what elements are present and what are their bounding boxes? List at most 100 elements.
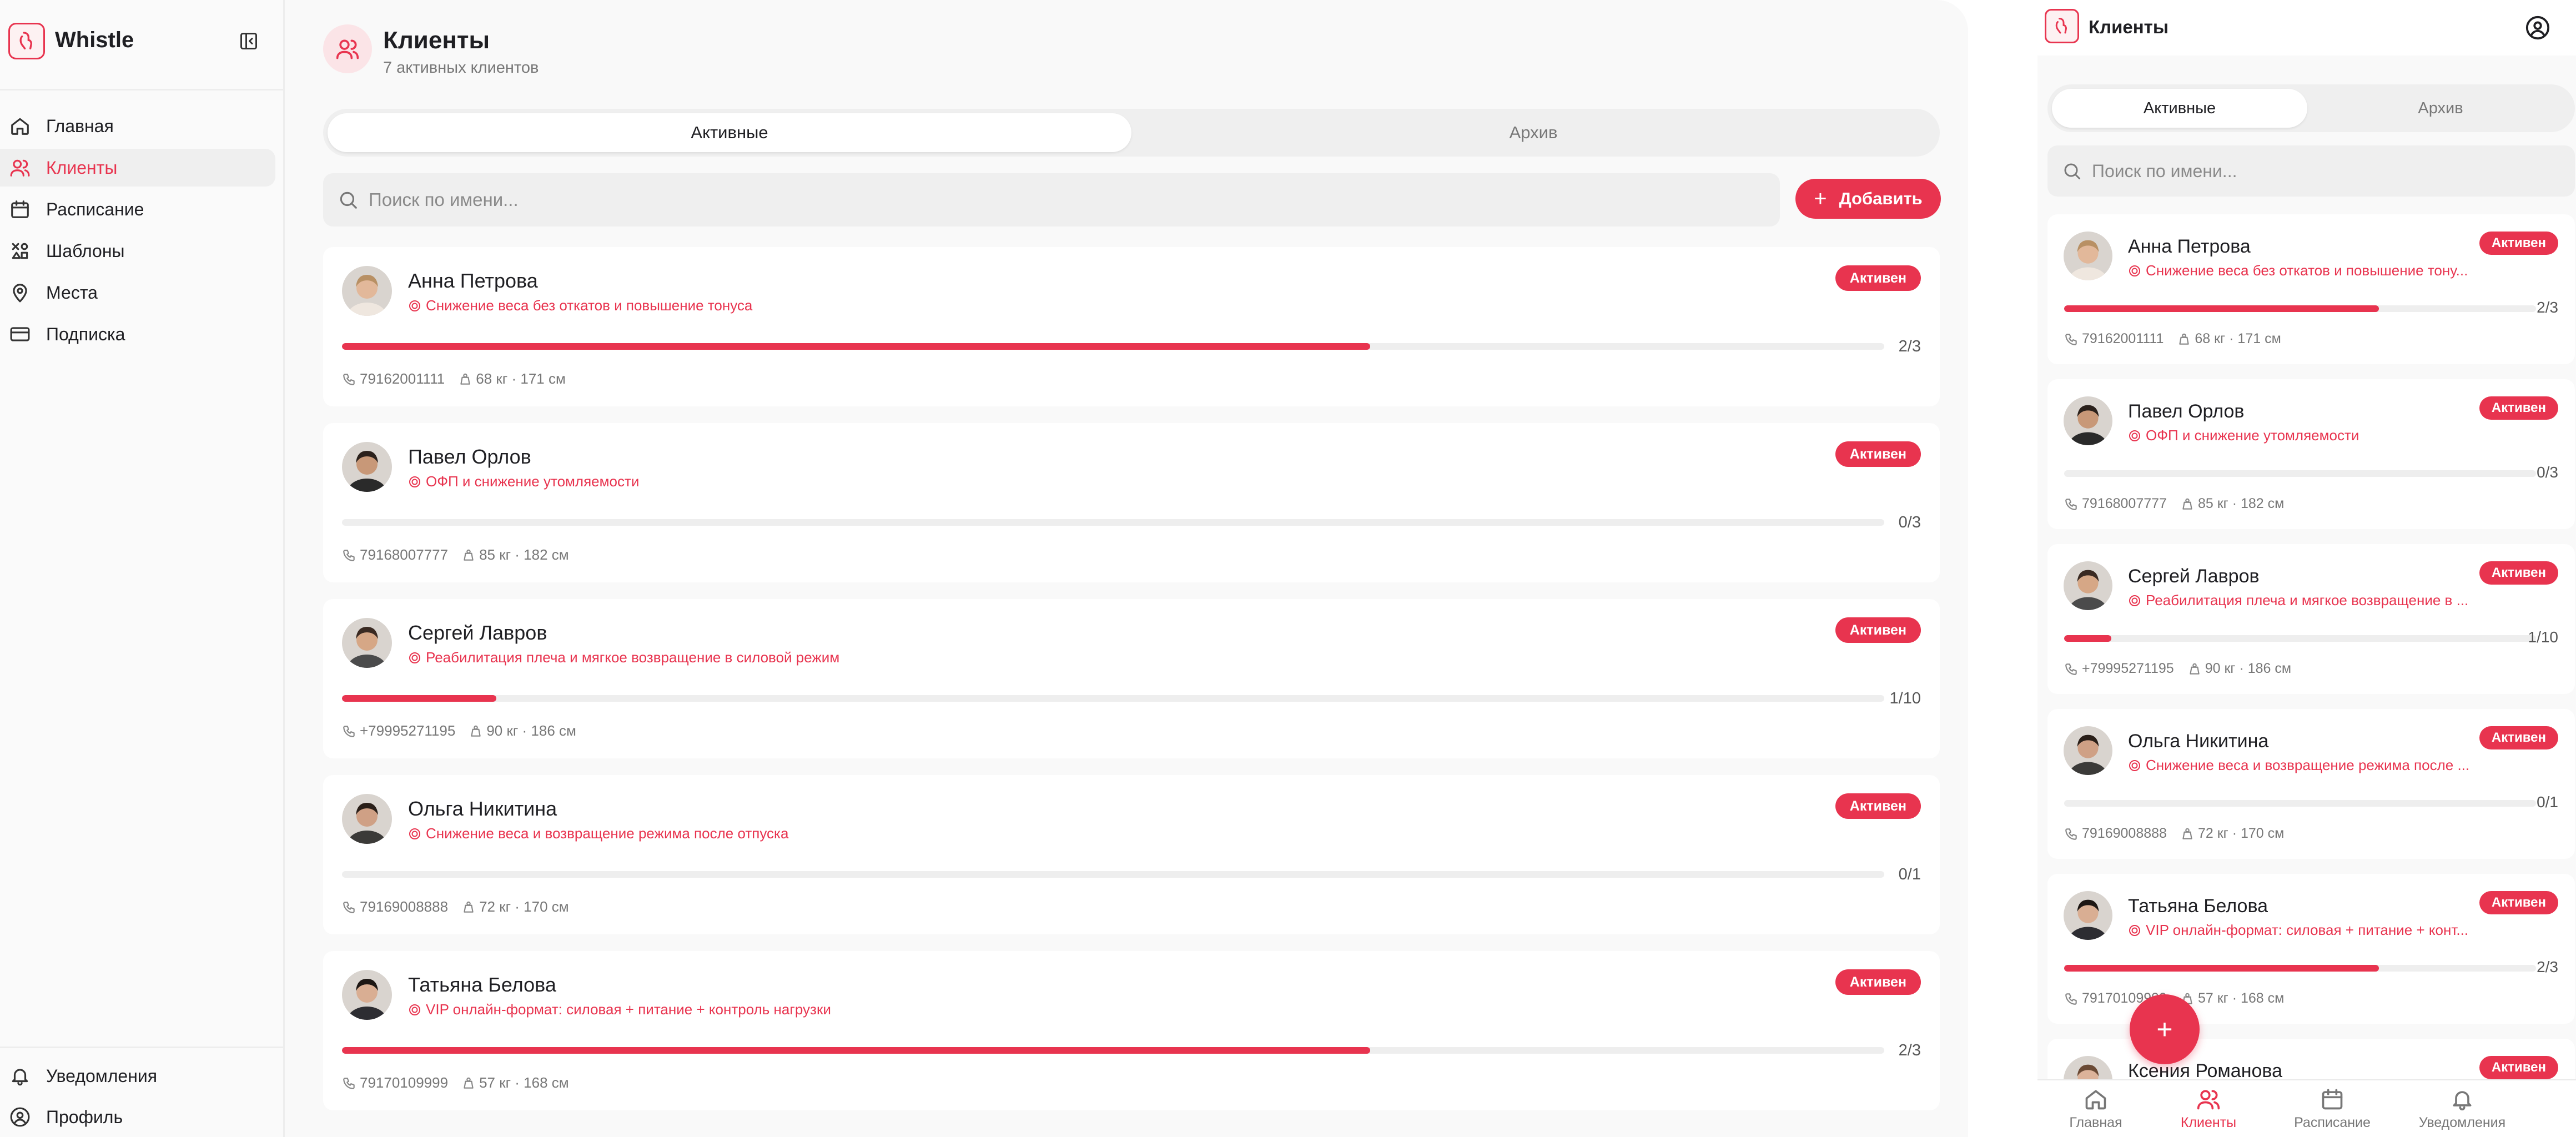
client-goal-text: Реабилитация плеча и мягкое возвращение … (2146, 592, 2469, 608)
client-phone: 79168007777 (360, 546, 449, 563)
page-title: Клиенты (383, 27, 490, 54)
sidebar-item-places[interactable]: Места (0, 274, 275, 311)
bell-icon (9, 1065, 31, 1087)
status-badge: Активен (2479, 891, 2558, 914)
client-card[interactable]: Анна Петрова Активен Снижение веса без отк… (2047, 214, 2575, 364)
client-name: Сергей Лавров (408, 621, 547, 644)
weight-icon (464, 1077, 474, 1089)
status-badge: Активен (2479, 561, 2558, 585)
client-phone: 79162001111 (2082, 331, 2164, 346)
avatar (342, 618, 392, 668)
bottom-nav-schedule[interactable]: Расписание (2280, 1087, 2385, 1131)
client-card[interactable]: Сергей Лавров Активен Реабилитация плеча и… (323, 599, 1940, 758)
client-goal-text: Снижение веса и возвращение режима после… (2146, 757, 2470, 773)
weight-icon (2182, 828, 2192, 839)
client-meta: +79995271195 90 кг · 186 см (2064, 661, 2291, 677)
bottom-nav-clients[interactable]: Клиенты (2156, 1087, 2261, 1131)
add-client-button[interactable]: + Добавить (1795, 179, 1941, 219)
client-name: Ольга Никитина (2128, 731, 2269, 752)
client-card[interactable]: Сергей Лавров Активен Реабилитация плеча и… (2047, 544, 2575, 694)
client-phone: 79170109999 (360, 1074, 449, 1091)
client-meta: 79168007777 85 кг · 182 см (342, 546, 569, 564)
calendar-icon (2322, 1089, 2343, 1110)
status-badge: Активен (1835, 793, 1921, 819)
weight-icon (2182, 498, 2192, 510)
client-card[interactable]: Ольга Никитина Активен Снижение веса и воз… (2047, 709, 2575, 859)
sidebar-item-label: Расписание (46, 199, 144, 219)
sidebar-item-notifications[interactable]: Уведомления (0, 1057, 275, 1095)
client-phone: 79169008888 (360, 898, 449, 915)
client-goal-text: Реабилитация плеча и мягкое возвращение … (426, 649, 840, 666)
app-logo-icon (8, 23, 45, 59)
sidebar-item-schedule[interactable]: Расписание (0, 190, 275, 228)
client-goal: ОФП и снижение утомляемости (2128, 427, 2359, 444)
target-icon (2129, 759, 2140, 771)
progress-bar (2064, 305, 2536, 312)
client-goal: VIP онлайн-формат: силовая + питание + к… (408, 1001, 831, 1018)
avatar (342, 794, 392, 844)
client-card[interactable]: Анна Петрова Активен Снижение веса без отк… (323, 247, 1940, 406)
avatar (2064, 232, 2112, 280)
client-card[interactable]: Ольга Никитина Активен Снижение веса и воз… (323, 775, 1940, 934)
mobile-page-title: Клиенты (2089, 17, 2169, 37)
target-icon (409, 828, 420, 839)
search-input[interactable] (369, 189, 1701, 210)
sidebar-item-label: Уведомления (46, 1065, 158, 1086)
plus-icon: + (1814, 187, 1827, 211)
status-badge: Активен (1835, 617, 1921, 643)
client-card[interactable]: Татьяна Белова Активен VIP онлайн-формат: … (2047, 874, 2575, 1024)
client-meta: +79995271195 90 кг · 186 см (342, 722, 576, 739)
home-icon (9, 115, 31, 137)
sidebar-item-clients[interactable]: Клиенты (0, 149, 275, 187)
search-input[interactable] (2092, 160, 2569, 182)
progress-count: 0/3 (2537, 464, 2558, 481)
client-card[interactable]: Павел Орлов Активен ОФП и снижение утомляе… (323, 423, 1940, 582)
mobile-tabs: Активные Архив (2047, 84, 2575, 132)
progress-count: 2/3 (1898, 1042, 1921, 1059)
status-badge: Активен (1835, 441, 1921, 467)
bottom-nav-notifications[interactable]: Уведомления (2409, 1087, 2515, 1131)
avatar (2064, 726, 2112, 775)
target-icon (409, 476, 420, 487)
client-meta: 79169008888 72 кг · 170 см (342, 898, 569, 915)
collapse-sidebar-icon[interactable] (238, 30, 260, 52)
sidebar-item-templates[interactable]: Шаблоны (0, 232, 275, 270)
tab-active[interactable]: Активные (328, 113, 1131, 152)
weight-icon (460, 373, 470, 385)
sidebar-item-label: Профиль (46, 1106, 123, 1127)
main-content: Клиенты 7 активных клиентов Активные Арх… (285, 0, 1968, 1137)
client-goal-text: ОФП и снижение утомляемости (2146, 427, 2359, 444)
target-icon (2129, 430, 2140, 441)
tab-archive[interactable]: Архив (1131, 113, 1935, 152)
sidebar-bottom-nav: Уведомления Профиль (0, 1057, 283, 1137)
client-meta: 79170109999 57 кг · 168 см (342, 1074, 569, 1091)
client-card[interactable]: Павел Орлов Активен ОФП и снижение утомляе… (2047, 379, 2575, 529)
sidebar-item-profile[interactable]: Профиль (0, 1098, 275, 1136)
tab-archive[interactable]: Архив (2313, 89, 2568, 128)
client-body: 57 кг · 168 см (479, 1074, 569, 1091)
add-client-fab[interactable]: + (2130, 994, 2200, 1064)
avatar (342, 970, 392, 1020)
status-badge: Активен (1835, 969, 1921, 995)
tab-active[interactable]: Активные (2052, 89, 2307, 128)
client-goal: Снижение веса без откатов и повышение то… (408, 297, 752, 314)
progress-count: 1/10 (2528, 628, 2559, 646)
sidebar-item-home[interactable]: Главная (0, 107, 275, 145)
avatar (2064, 891, 2112, 940)
bottom-nav-label: Клиенты (2180, 1115, 2237, 1130)
users-icon (323, 24, 372, 73)
client-goal-text: Снижение веса без откатов и повышение то… (2146, 262, 2468, 279)
client-name: Павел Орлов (408, 445, 531, 468)
client-goal: Снижение веса и возвращение режима после… (2128, 757, 2469, 774)
search-bar (323, 173, 1780, 227)
client-body: 85 кг · 182 см (2197, 496, 2285, 511)
templates-icon (9, 240, 31, 262)
target-icon (2129, 265, 2140, 276)
sidebar-item-subscription[interactable]: Подписка (0, 315, 275, 353)
client-card[interactable]: Татьяна Белова Активен VIP онлайн-формат: … (323, 951, 1940, 1110)
client-phone: +79995271195 (2082, 661, 2174, 676)
search-icon (2064, 163, 2080, 179)
desktop-app: Whistle Главная Клиенты Расписание Шабло… (0, 0, 1968, 1137)
user-circle-icon[interactable] (2525, 15, 2550, 41)
bottom-nav-home[interactable]: Главная (2043, 1087, 2149, 1131)
